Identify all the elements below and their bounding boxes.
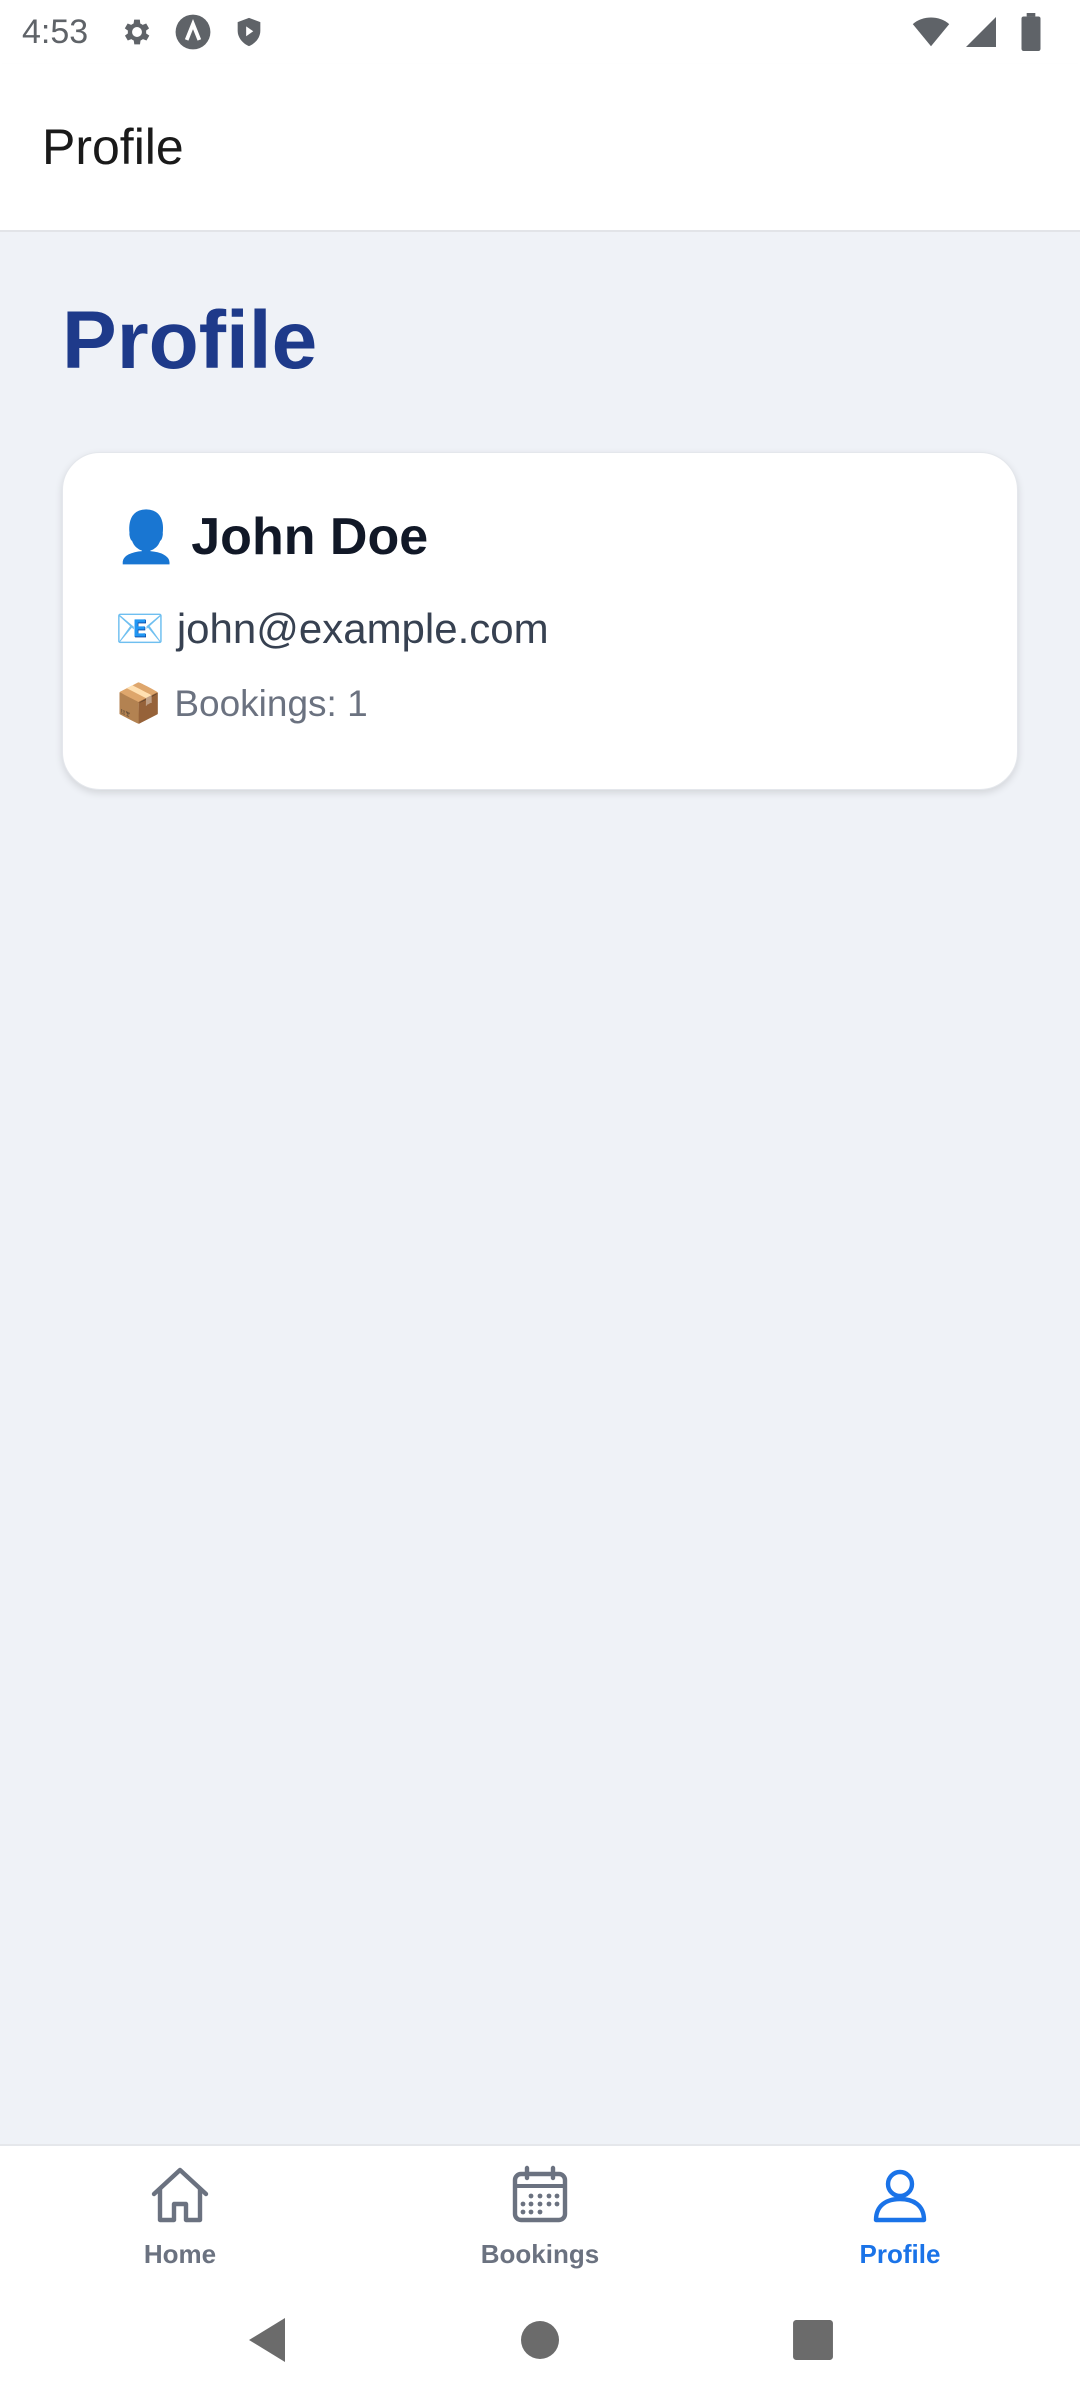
person-emoji-icon: 👤 — [115, 509, 178, 565]
home-icon — [148, 2164, 212, 2231]
settings-icon — [118, 13, 156, 51]
profile-bookings-count: Bookings: 1 — [174, 683, 368, 724]
recents-button[interactable] — [783, 2310, 843, 2370]
tab-bookings-label: Bookings — [480, 2239, 600, 2269]
a-circle-icon — [174, 13, 212, 51]
status-bar: 4:53 — [0, 0, 1080, 64]
app-bar-title: Profile — [42, 119, 184, 175]
tab-home-label: Home — [143, 2239, 217, 2269]
tab-profile-label: Profile — [859, 2239, 941, 2269]
profile-content: Profile 👤 John Doe 📧 john@example.com 📦 … — [0, 232, 1080, 2144]
profile-email: john@example.com — [176, 605, 549, 652]
bottom-nav: Home Bookings Profile — [0, 2144, 1080, 2280]
tab-bookings[interactable]: Bookings — [360, 2146, 720, 2280]
profile-card: 👤 John Doe 📧 john@example.com 📦 Bookings… — [62, 452, 1018, 790]
page-heading: Profile — [62, 295, 318, 386]
shield-play-icon — [230, 13, 268, 51]
signal-icon — [962, 13, 1000, 51]
home-button[interactable] — [510, 2310, 570, 2370]
calendar-icon — [509, 2164, 571, 2231]
profile-name-row: 👤 John Doe — [115, 507, 428, 567]
profile-email-row: 📧 john@example.com — [115, 605, 549, 653]
package-emoji-icon: 📦 — [115, 683, 163, 725]
system-nav-bar — [0, 2280, 1080, 2400]
envelope-emoji-icon: 📧 — [115, 607, 165, 651]
status-icons-right — [912, 13, 1050, 51]
status-time: 4:53 — [22, 12, 89, 51]
back-button[interactable] — [237, 2310, 297, 2370]
tab-profile[interactable]: Profile — [720, 2146, 1080, 2280]
profile-name: John Doe — [191, 508, 429, 566]
status-icons-left — [118, 13, 268, 51]
tab-home[interactable]: Home — [0, 2146, 360, 2280]
app-bar: Profile — [0, 64, 1080, 232]
battery-icon — [1012, 13, 1050, 51]
wifi-icon — [912, 13, 950, 51]
profile-bookings-row: 📦 Bookings: 1 — [115, 683, 368, 725]
person-icon — [869, 2164, 931, 2231]
